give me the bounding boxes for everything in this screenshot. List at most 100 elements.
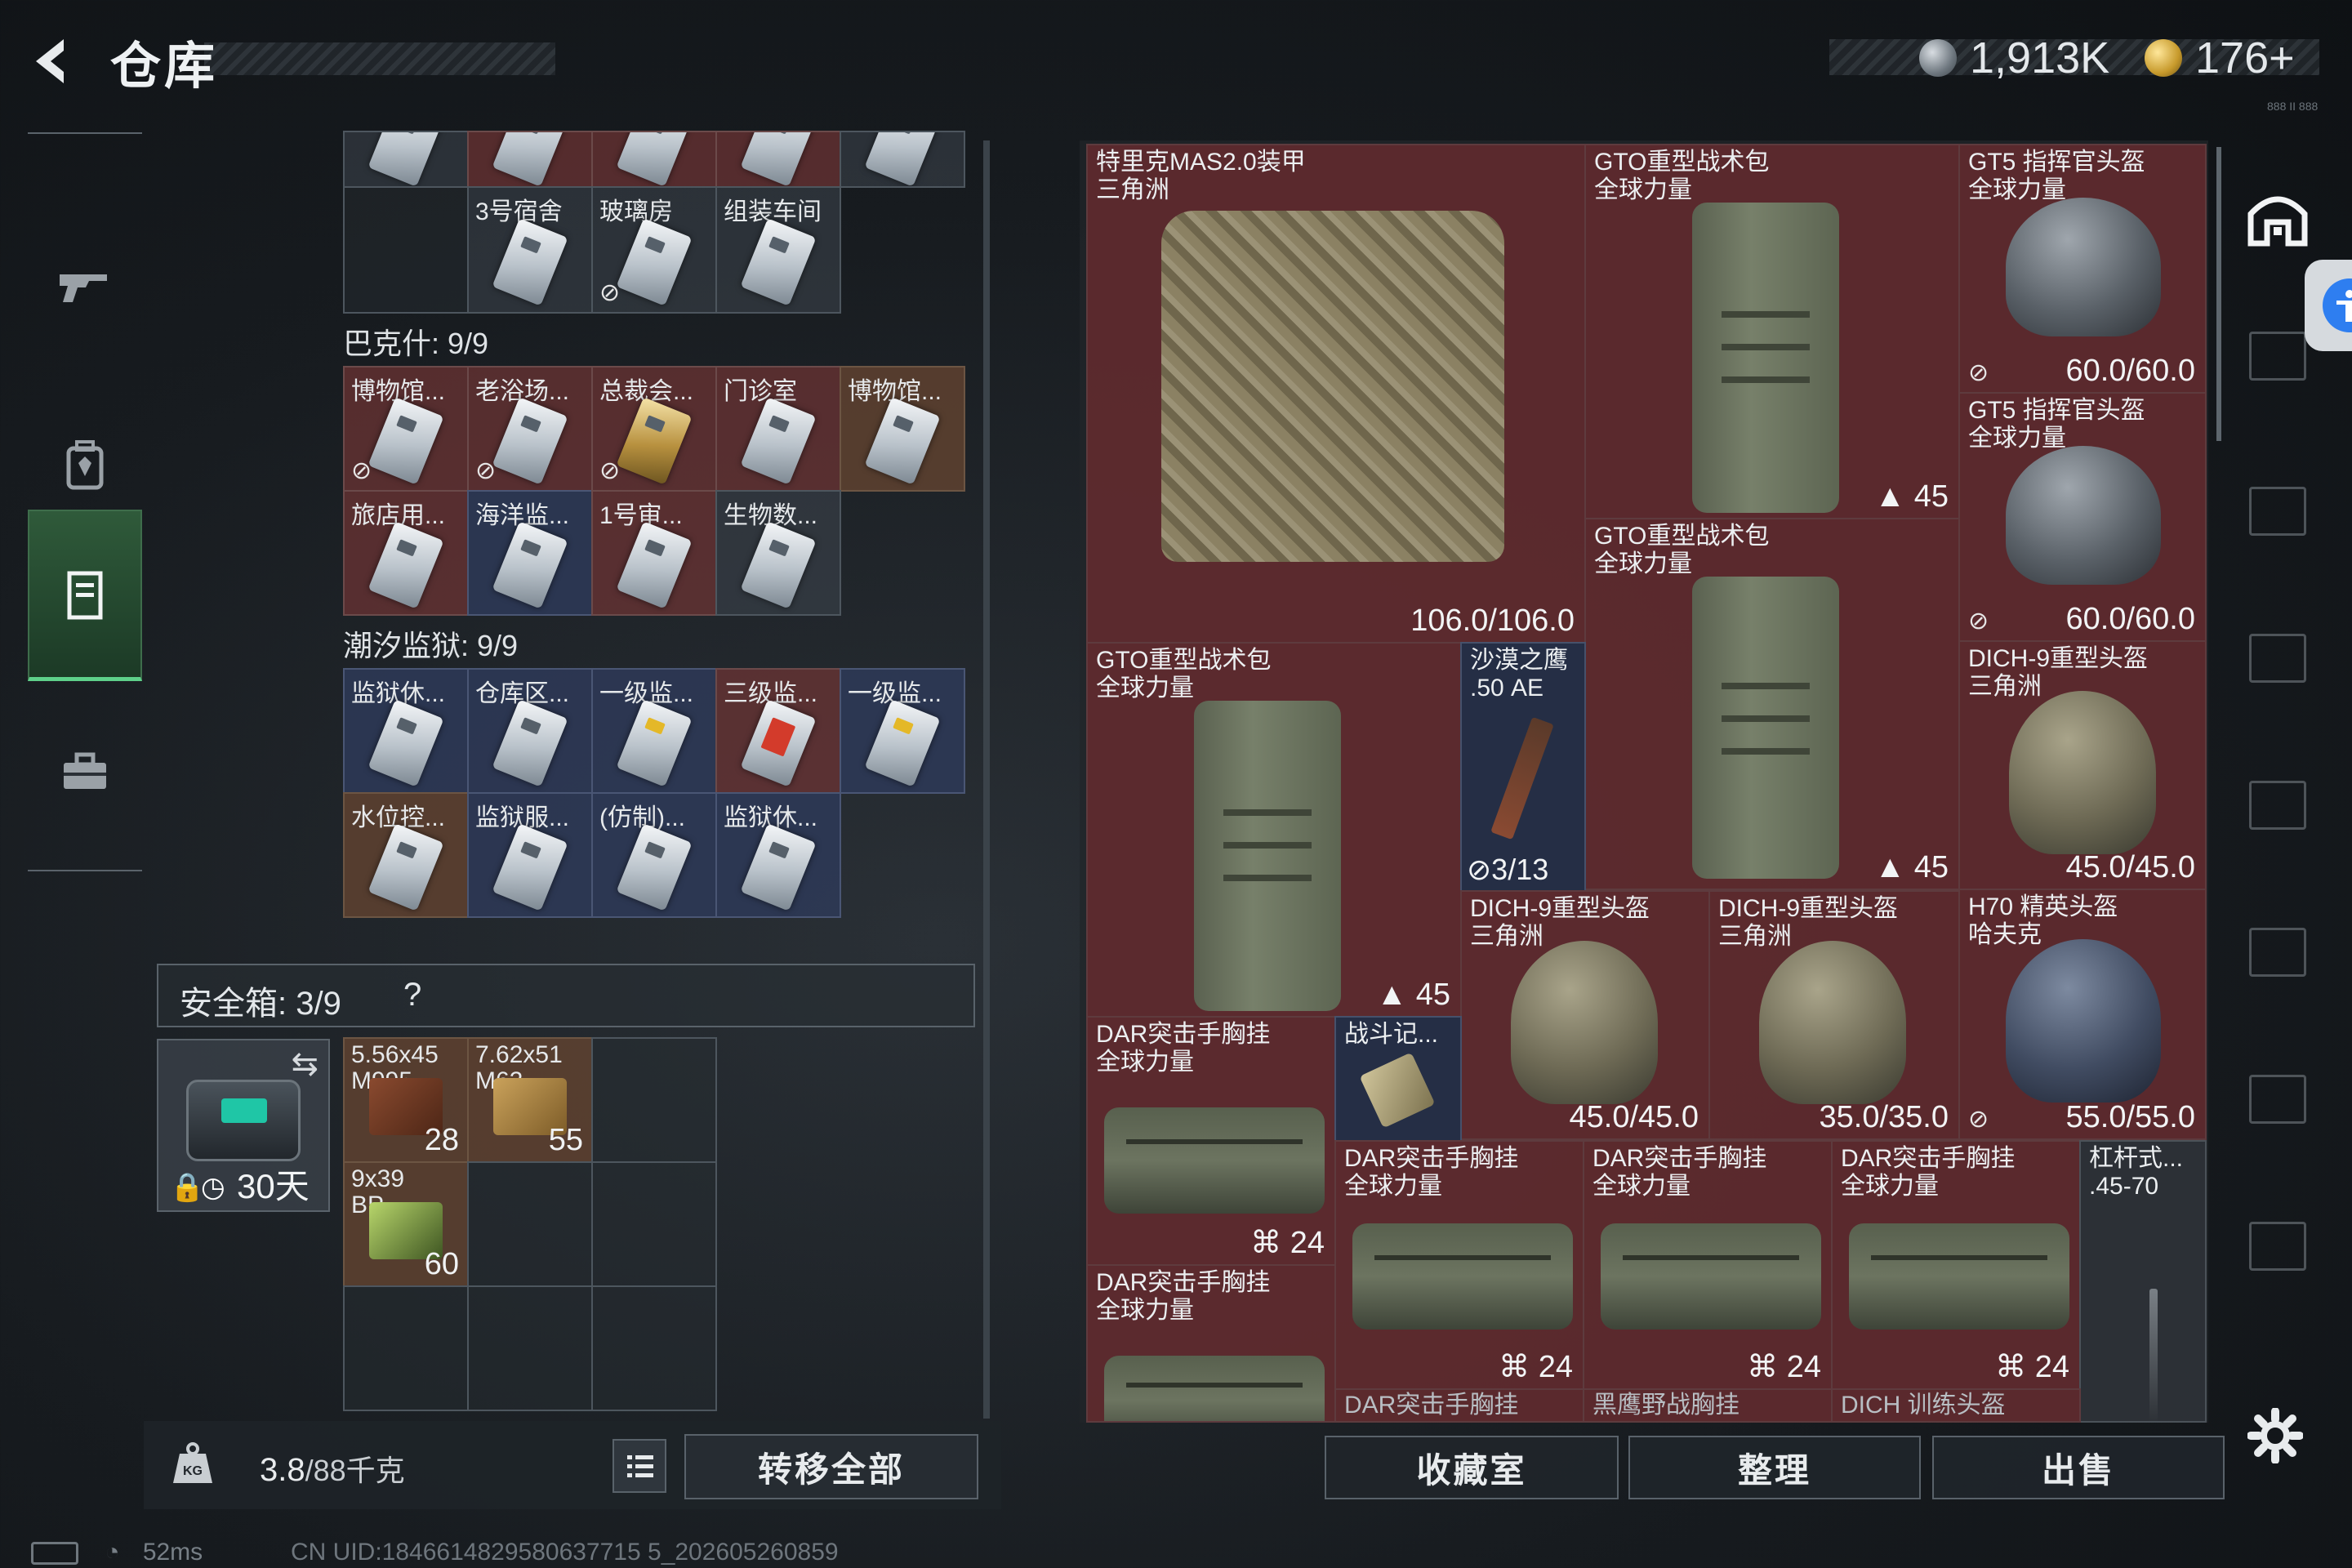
empty-slot[interactable] [591, 1161, 717, 1287]
list-view-button[interactable] [612, 1439, 666, 1493]
keycard-slot[interactable] [467, 131, 593, 188]
item-chest-rig[interactable]: DAR突击手胸挂 全球力量 ⌘ 24 [1583, 1140, 1833, 1390]
locker-icon [67, 571, 103, 619]
nav-weapons[interactable] [28, 199, 142, 371]
helmet-filter-icon[interactable] [2249, 487, 2306, 536]
empty-slot[interactable] [343, 186, 469, 314]
keycard-item[interactable]: 监狱服... [467, 792, 593, 918]
settings-gear-icon[interactable] [2247, 1407, 2304, 1464]
empty-slot[interactable] [467, 1161, 593, 1287]
item-helmet[interactable]: GT5 指挥官头盔 全球力量 ⊘ 60.0/60.0 [1958, 144, 2207, 394]
weight-max: /88千克 [305, 1454, 405, 1487]
keycard-item[interactable]: 门诊室 [715, 366, 841, 492]
inventory-panel: 特里克MAS2.0装甲 三角洲 106.0/106.0 GTO重型战术包 全球力… [1080, 140, 2208, 1423]
keycard-item[interactable]: 三级监... [715, 668, 841, 794]
keycard-item[interactable]: (仿制)... [591, 792, 717, 918]
keycard-scrollbar[interactable] [983, 140, 990, 1419]
ammo-filter-icon[interactable] [2249, 928, 2306, 977]
battery-icon [31, 1542, 78, 1566]
item-chest-rig-partial[interactable]: 黑鹰野战胸挂 [1583, 1388, 1833, 1423]
sell-button[interactable]: 出售 [1932, 1436, 2225, 1499]
swap-icon[interactable]: ⇆ [291, 1045, 318, 1083]
empty-slot[interactable] [343, 1285, 469, 1411]
lock-icon: 🔒 [170, 1172, 205, 1203]
empty-slot[interactable] [591, 1037, 717, 1163]
item-rifle[interactable]: 杠杆式... .45-70 [2079, 1140, 2207, 1423]
item-backpack[interactable]: GTO重型战术包 全球力量 ▲ 45 [1584, 144, 1960, 519]
item-helmet[interactable]: DICH-9重型头盔 三角洲 35.0/35.0 [1708, 890, 1960, 1140]
keycard-item[interactable]: 旅店用... [343, 490, 469, 616]
item-chest-rig-partial[interactable]: DAR突击手胸挂 [1334, 1388, 1584, 1423]
keycard-item[interactable]: 3号宿舍 [467, 186, 593, 314]
keycard-item[interactable]: 博物馆... ⊘ [343, 366, 469, 492]
title-decoration [204, 42, 555, 75]
item-helmet[interactable]: DICH-9重型头盔 三角洲 45.0/45.0 [1460, 890, 1710, 1140]
keycard-item[interactable]: 生物数... [715, 490, 841, 616]
item-chest-rig[interactable]: DAR突击手胸挂 全球力量 ⌘ 24 [1831, 1140, 2081, 1390]
item-armor[interactable]: 特里克MAS2.0装甲 三角洲 106.0/106.0 [1086, 144, 1586, 644]
item-chest-rig[interactable]: DAR突击手胸挂 全球力量 ⌘ 24 [1086, 1016, 1336, 1266]
keycard-item[interactable]: 海洋监... [467, 490, 593, 616]
item-helmet[interactable]: DICH-9重型头盔 三角洲 45.0/45.0 [1958, 640, 2207, 890]
keycard-item[interactable]: 监狱休... [715, 792, 841, 918]
empty-slot[interactable] [591, 1285, 717, 1411]
gold-balance[interactable]: 176+ [2195, 33, 2295, 83]
nav-toolbox[interactable] [28, 686, 142, 858]
item-filter-icon[interactable] [2249, 1222, 2306, 1271]
transfer-all-button[interactable]: 转移全部 [684, 1434, 978, 1499]
keycard-item[interactable]: 玻璃房 ⊘ [591, 186, 717, 314]
accessibility-button[interactable] [2305, 260, 2352, 351]
ping-value: 52ms [142, 1539, 203, 1566]
armor-filter-icon[interactable] [2249, 332, 2306, 381]
no-trade-icon: ⊘ [599, 279, 621, 306]
keycard-item[interactable]: 博物馆... [840, 366, 965, 492]
empty-slot[interactable] [467, 1285, 593, 1411]
ammo-filter-icon[interactable] [2249, 781, 2306, 830]
user-id: CN UID:1846614829580637715 5_20260526085… [291, 1539, 839, 1566]
keycard-slot[interactable] [591, 131, 717, 188]
ammo-filter-icon[interactable] [2249, 634, 2306, 683]
no-trade-icon: ⊘ [1968, 359, 1989, 386]
no-trade-icon: ⊘ [1467, 853, 1492, 886]
item-pistol[interactable]: 沙漠之鹰 .50 AE ⊘3/13 [1460, 642, 1586, 892]
svg-text:KG: KG [183, 1464, 203, 1478]
item-backpack[interactable]: GTO重型战术包 全球力量 ▲ 45 [1086, 642, 1462, 1018]
safe-box-container[interactable]: ⇆ 🔒 ◷ 30天 [157, 1039, 330, 1212]
keycard-item[interactable]: 1号审... [591, 490, 717, 616]
ammo-item[interactable]: 7.62x51 M62 55 [467, 1037, 593, 1163]
keycard-slot[interactable] [343, 131, 469, 188]
item-helmet[interactable]: H70 精英头盔 哈夫克 ⊘ 55.0/55.0 [1958, 889, 2207, 1140]
keycard-item[interactable]: 组装车间 [715, 186, 841, 314]
section-title-bakshi: 巴克什: 9/9 [343, 327, 489, 360]
weight-readout: 3.8/88千克 [260, 1447, 405, 1490]
keycard-item[interactable]: 老浴场... ⊘ [467, 366, 593, 492]
item-chest-rig[interactable]: DAR突击手胸挂 全球力量 ⌘ 24 [1334, 1140, 1584, 1390]
keycard-item[interactable]: 一级监... [591, 668, 717, 794]
organize-button[interactable]: 整理 [1628, 1436, 1921, 1499]
backpack-icon [66, 440, 104, 490]
accessibility-icon [2323, 278, 2352, 332]
capacity-icon: ▲ [1874, 479, 1906, 514]
item-chest-rig[interactable]: DAR突击手胸挂 全球力量 [1086, 1264, 1336, 1423]
ammo-item[interactable]: 5.56x45 M995 28 [343, 1037, 469, 1163]
safe-box-duration: 30天 [237, 1167, 310, 1205]
rig-icon: ⌘ [1499, 1350, 1530, 1384]
keycard-item[interactable]: 总裁会... ⊘ [591, 366, 717, 492]
back-arrow-icon[interactable] [24, 33, 82, 90]
nav-warehouse[interactable] [28, 510, 142, 681]
keycard-item[interactable]: 仓库区... [467, 668, 593, 794]
warehouse-filter-icon[interactable] [2246, 189, 2310, 247]
item-battlelog[interactable]: 战斗记... [1334, 1016, 1462, 1142]
ammo-item[interactable]: 9x39 BP 60 [343, 1161, 469, 1287]
item-helmet-partial[interactable]: DICH 训练头盔 [1831, 1388, 2081, 1423]
keycard-slot[interactable] [715, 131, 841, 188]
help-icon[interactable]: ? [403, 977, 421, 1013]
collection-room-button[interactable]: 收藏室 [1325, 1436, 1619, 1499]
keycard-item[interactable]: 一级监... [840, 668, 965, 794]
item-helmet[interactable]: GT5 指挥官头盔 全球力量 ⊘ 60.0/60.0 [1958, 392, 2207, 642]
ammo-filter-icon[interactable] [2249, 1075, 2306, 1124]
item-backpack[interactable]: GTO重型战术包 全球力量 ▲ 45 [1584, 518, 1960, 890]
keycard-slot[interactable] [840, 131, 965, 188]
keycard-item[interactable]: 水位控... [343, 792, 469, 918]
keycard-item[interactable]: 监狱休... [343, 668, 469, 794]
